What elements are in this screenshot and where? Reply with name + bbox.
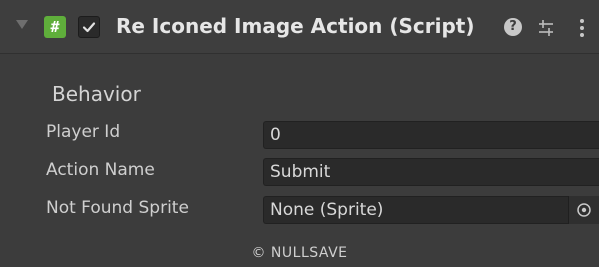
object-picker-icon — [577, 203, 591, 217]
presets-icon[interactable] — [536, 18, 556, 38]
foldout-arrow-icon[interactable] — [16, 20, 28, 29]
action-name-field[interactable]: Submit — [263, 158, 599, 186]
field-label-action-name: Action Name — [46, 160, 155, 180]
section-label-behavior: Behavior — [52, 82, 141, 106]
checkbox-check-icon — [82, 22, 96, 33]
component-enabled-checkbox[interactable] — [78, 16, 100, 38]
player-id-field[interactable]: 0 — [263, 121, 599, 149]
not-found-sprite-field[interactable]: None (Sprite) — [263, 196, 599, 224]
script-icon: # — [44, 16, 66, 38]
help-icon[interactable]: ? — [504, 18, 522, 36]
context-menu-icon[interactable] — [572, 18, 592, 38]
field-label-not-found-sprite: Not Found Sprite — [46, 198, 189, 218]
footer-credit: © NULLSAVE — [251, 245, 348, 261]
object-picker-button[interactable] — [568, 196, 599, 224]
component-header[interactable]: # Re Iconed Image Action (Script) ? — [0, 0, 599, 54]
inspector-component-panel: # Re Iconed Image Action (Script) ? Beha… — [0, 0, 599, 267]
field-label-player-id: Player Id — [46, 122, 121, 142]
component-title: Re Iconed Image Action (Script) — [116, 14, 475, 38]
